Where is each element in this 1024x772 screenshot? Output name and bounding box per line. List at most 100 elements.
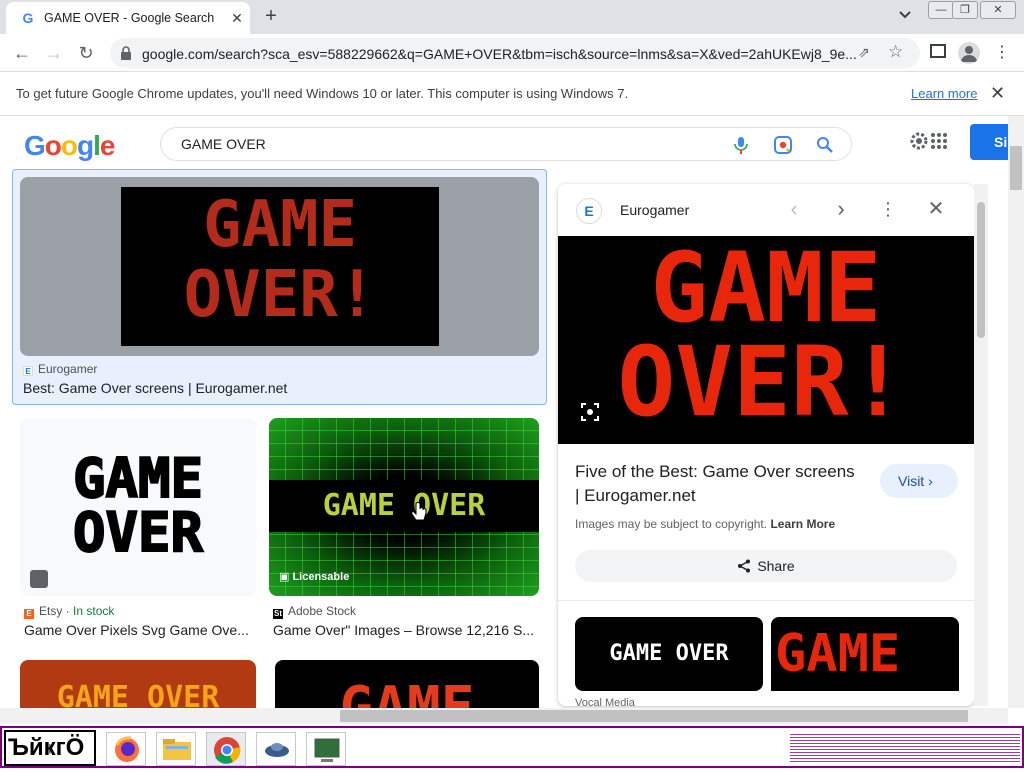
previous-chevron-icon[interactable]: ‹ <box>780 196 808 224</box>
new-tab-button[interactable]: + <box>260 6 282 28</box>
source-name: Etsy <box>39 604 63 618</box>
forward-arrow-icon[interactable]: → <box>42 41 66 65</box>
image-result[interactable]: GAME OVER ▣ Licensable St Adobe Stock Gam… <box>269 418 539 648</box>
google-favicon-icon: G <box>22 10 34 26</box>
page-horizontal-scrollbar-thumb[interactable] <box>340 710 968 722</box>
infobar-close-icon[interactable]: ✕ <box>990 83 1005 104</box>
art-text: OVER! <box>617 326 907 438</box>
image-result[interactable]: GAME OVER E Etsy · In stock Game Over Pix… <box>20 418 256 648</box>
art-text: GAME <box>72 447 204 510</box>
visit-button[interactable]: Visit › <box>880 464 958 498</box>
browser-toolbar: ← → ↻ google.com/search?sca_esv=58822966… <box>0 34 1024 72</box>
etsy-favicon-icon: E <box>24 609 34 619</box>
related-source: Vocal Media <box>575 697 635 706</box>
panel-title[interactable]: Five of the Best: Game Over screens | Eu… <box>575 460 855 508</box>
update-infobar: To get future Google Chrome updates, you… <box>0 72 1024 116</box>
profile-avatar-icon[interactable] <box>958 42 980 64</box>
bookmark-star-icon[interactable]: ☆ <box>888 42 903 62</box>
app-bird-icon[interactable] <box>256 732 296 766</box>
related-image[interactable]: GAME <box>771 617 959 691</box>
art-text: OVER <box>72 501 204 564</box>
window-close-button[interactable]: ✕ <box>980 1 1016 19</box>
share-icon <box>738 559 751 573</box>
copyright-text: Images may be subject to copyright. <box>575 517 768 531</box>
google-lens-icon[interactable] <box>773 135 793 155</box>
price-tag-icon <box>30 570 48 588</box>
search-box[interactable]: GAME OVER <box>160 127 852 161</box>
search-icon[interactable] <box>815 135 835 155</box>
image-result-selected[interactable]: GAME OVER! E Eurogamer Best: Game Over sc… <box>12 169 547 405</box>
start-button[interactable]: ЪйҝгӦ <box>4 730 96 766</box>
result-title[interactable]: Best: Game Over screens | Eurogamer.net <box>23 380 523 396</box>
share-label: Share <box>757 558 795 574</box>
related-image[interactable]: GAME OVER <box>575 617 763 691</box>
url-text[interactable]: google.com/search?sca_esv=588229662&q=GA… <box>142 46 857 62</box>
image-result-partial[interactable]: GAME <box>275 660 539 708</box>
back-arrow-icon[interactable]: ← <box>10 41 34 65</box>
art-text: GAME <box>202 188 358 262</box>
file-explorer-icon[interactable] <box>156 732 196 766</box>
panel-divider <box>558 600 974 601</box>
chrome-menu-icon[interactable]: ⋮ <box>994 42 1010 64</box>
result-source: St Adobe Stock <box>273 604 356 619</box>
panel-scrollbar-thumb[interactable] <box>977 202 985 338</box>
google-doodle-logo[interactable]: Google <box>24 130 115 162</box>
close-panel-icon[interactable]: ✕ <box>922 196 950 224</box>
infobar-message: To get future Google Chrome updates, you… <box>16 86 629 101</box>
reload-icon[interactable]: ↻ <box>74 41 98 65</box>
more-options-icon[interactable]: ⋮ <box>874 196 902 224</box>
address-bar[interactable]: google.com/search?sca_esv=588229662&q=GA… <box>110 38 920 68</box>
side-panel-icon[interactable] <box>930 44 946 58</box>
panel-preview-image[interactable]: GAME OVER! <box>558 236 974 444</box>
game-over-image: GAME OVER! <box>121 187 439 346</box>
lock-icon[interactable] <box>120 46 132 60</box>
adobe-stock-favicon-icon: St <box>273 609 283 619</box>
lens-search-image-icon[interactable] <box>580 402 600 422</box>
page-vertical-scrollbar[interactable] <box>1008 116 1024 708</box>
art-text: GAME <box>339 675 475 709</box>
settings-gear-icon[interactable] <box>908 130 930 152</box>
result-thumbnail[interactable]: GAME OVER ▣ Licensable <box>269 418 539 596</box>
page-vertical-scrollbar-thumb[interactable] <box>1010 146 1022 190</box>
result-title[interactable]: Game Over" Images – Browse 12,216 S... <box>273 622 537 638</box>
panel-source-name[interactable]: Eurogamer <box>620 202 689 218</box>
badge-text: Licensable <box>292 571 350 583</box>
taskbar: ЪйҝгӦ <box>0 726 1024 768</box>
art-text: GAME <box>650 236 882 344</box>
source-name: Adobe Stock <box>288 604 357 618</box>
image-preview-panel: E Eurogamer ‹ › ⋮ ✕ GAME OVER! Five of t… <box>558 184 974 706</box>
tab-close-icon[interactable]: ✕ <box>228 9 246 27</box>
tab-google-search[interactable]: G GAME OVER - Google Search ✕ <box>6 2 250 34</box>
image-result-partial[interactable]: GAME OVER <box>20 660 256 708</box>
art-text: GAME OVER <box>56 680 220 708</box>
infobar-learn-more-link[interactable]: Learn more <box>911 86 977 101</box>
copyright-notice: Images may be subject to copyright. Lear… <box>575 517 835 531</box>
result-thumbnail[interactable]: GAME OVER <box>20 418 256 596</box>
search-input[interactable]: GAME OVER <box>181 136 266 152</box>
voice-search-icon[interactable] <box>731 135 751 155</box>
chrome-icon[interactable] <box>206 732 246 766</box>
share-button[interactable]: Share <box>575 550 957 582</box>
share-page-icon[interactable]: ⇗ <box>858 44 870 61</box>
restore-button[interactable]: ❐ <box>952 1 978 19</box>
google-apps-grid-icon[interactable] <box>930 132 948 150</box>
result-thumbnail[interactable]: GAME OVER! <box>20 177 539 356</box>
licensable-badge: ▣ Licensable <box>279 571 350 583</box>
source-name: Eurogamer <box>38 362 98 376</box>
tab-search-chevron-icon[interactable] <box>896 8 914 26</box>
google-header: Google GAME OVER Si <box>0 116 1024 170</box>
visit-label: Visit <box>898 473 925 489</box>
tab-strip: G GAME OVER - Google Search ✕ + — ❐ ✕ <box>0 0 1024 34</box>
result-source: E Etsy · In stock <box>24 604 114 619</box>
copyright-learn-more-link[interactable]: Learn More <box>770 517 835 531</box>
next-chevron-icon[interactable]: › <box>827 196 855 224</box>
tab-title: GAME OVER - Google Search <box>44 11 215 25</box>
eurogamer-favicon-icon: E <box>23 366 33 376</box>
app-monitor-icon[interactable] <box>306 732 346 766</box>
system-tray[interactable] <box>790 732 1020 764</box>
firefox-icon[interactable] <box>106 732 146 766</box>
result-source: E Eurogamer <box>23 362 97 376</box>
minimize-button[interactable]: — <box>928 1 954 19</box>
chevron-right-icon: › <box>928 473 933 489</box>
result-title[interactable]: Game Over Pixels Svg Game Ove... <box>24 622 252 638</box>
